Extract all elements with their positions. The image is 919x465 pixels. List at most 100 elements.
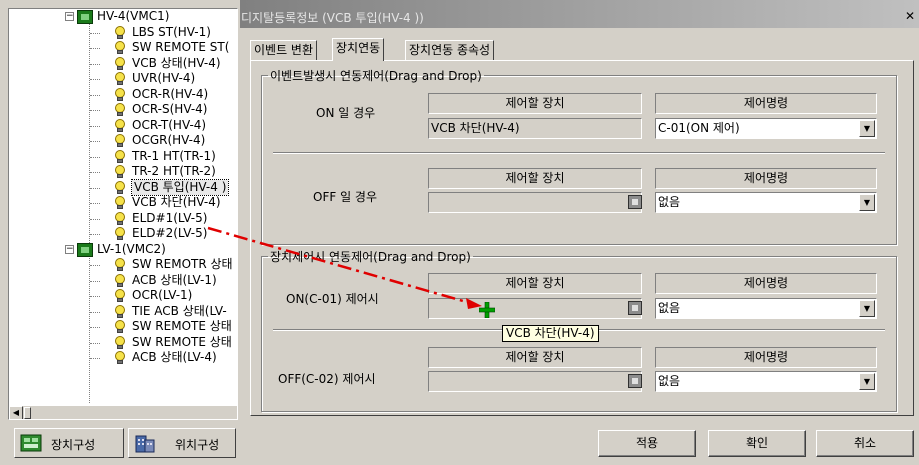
chevron-down-icon[interactable]: ▼ xyxy=(859,373,875,390)
tree-branch-line xyxy=(90,280,100,282)
event-on-device-header: 제어할 장치 xyxy=(428,93,642,114)
control-on-device-header: 제어할 장치 xyxy=(428,273,642,294)
tree-branch-line xyxy=(90,63,100,65)
control-on-device-field[interactable] xyxy=(428,298,642,319)
device-config-tab-button[interactable]: 장치구성 xyxy=(14,428,124,458)
tree-item-label: TR-2 HT(TR-2) xyxy=(132,164,216,178)
tree-item-label: ACB 상태(LV-4) xyxy=(132,350,217,364)
event-off-device-field[interactable] xyxy=(428,192,642,213)
device-tree-list: − HV-4(VMC1) LBS ST(HV-1) SW REMOTE ST(VCB … xyxy=(9,9,237,407)
tree-branch-line xyxy=(90,327,100,328)
tree-item-label: OCR-R(HV-4) xyxy=(132,86,209,101)
location-config-tab-button[interactable]: 위치구성 xyxy=(128,428,236,458)
control-off-command-value: 없음 xyxy=(658,374,681,388)
bulb-icon xyxy=(114,196,126,210)
chevron-down-icon[interactable]: ▼ xyxy=(859,300,875,317)
tree-item[interactable]: LBS ST(HV-1) xyxy=(9,25,237,40)
tree-horizontal-scrollbar[interactable]: ◀ xyxy=(9,405,237,419)
scroll-thumb[interactable] xyxy=(24,407,31,419)
tree-item[interactable]: ACB 상태(LV-1) xyxy=(9,273,237,288)
tree-item[interactable]: ELD#1(LV-5) xyxy=(9,211,237,226)
tree-item-label: ACB 상태(LV-1) xyxy=(132,272,217,287)
event-off-command-value: 없음 xyxy=(658,195,681,209)
chevron-down-icon[interactable]: ▼ xyxy=(859,120,875,137)
event-off-command-select[interactable]: 없음 ▼ xyxy=(655,192,877,213)
tree-branch-line xyxy=(90,296,100,297)
device-picker-icon[interactable] xyxy=(628,195,642,209)
tree-item[interactable]: VCB 차단(HV-4) xyxy=(9,195,237,210)
tree-item[interactable]: ACB 상태(LV-4) xyxy=(9,350,237,365)
tree-item-label: SW REMOTE 상태 xyxy=(132,334,232,349)
tree-group-node[interactable]: − HV-4(VMC1) xyxy=(9,9,237,24)
tree-item[interactable]: VCB 상태(HV-4) xyxy=(9,56,237,71)
collapse-icon[interactable]: − xyxy=(65,244,74,254)
event-link-group-legend: 이벤트발생시 연동제어(Drag and Drop) xyxy=(270,69,482,83)
tab-device-link[interactable]: 장치연동 xyxy=(332,38,385,61)
tree-item[interactable]: SW REMOTE ST( xyxy=(9,40,237,55)
tree-branch-line xyxy=(90,187,100,189)
tree-item[interactable]: TIE ACB 상태(LV- xyxy=(9,304,237,319)
tree-item[interactable]: TR-2 HT(TR-2) xyxy=(9,164,237,179)
device-picker-icon[interactable] xyxy=(628,301,642,315)
tree-item[interactable]: OCGR(HV-4) xyxy=(9,133,237,148)
bulb-icon xyxy=(114,134,126,148)
tree-item[interactable]: VCB 투입(HV-4 ) xyxy=(9,178,237,196)
tree-item-label: OCR-S(HV-4) xyxy=(132,102,208,116)
tree-branch-line xyxy=(90,203,100,204)
ok-button[interactable]: 확인 xyxy=(708,430,806,457)
off-control-label: OFF(C-02) 제어시 xyxy=(278,372,376,386)
device-config-icon xyxy=(20,433,42,453)
bulb-icon xyxy=(114,320,126,334)
close-icon[interactable]: ✕ xyxy=(903,10,917,24)
control-off-device-field[interactable] xyxy=(428,371,642,392)
tree-branch-line xyxy=(90,94,100,96)
control-link-group-legend: 장치제어시 연동제어(Drag and Drop) xyxy=(270,250,471,264)
event-on-device-field[interactable]: VCB 차단(HV-4) xyxy=(428,118,642,139)
tree-item-label: VCB 상태(HV-4) xyxy=(132,55,221,70)
control-off-command-select[interactable]: 없음 ▼ xyxy=(655,371,877,392)
tree-item[interactable]: OCR-R(HV-4) xyxy=(9,87,237,102)
apply-button[interactable]: 적용 xyxy=(598,430,696,457)
tree-item-label: ELD#1(LV-5) xyxy=(132,210,208,225)
tree-item[interactable]: SW REMOTR 상태 xyxy=(9,257,237,272)
tree-item[interactable]: OCR-S(HV-4) xyxy=(9,102,237,117)
panel-group-icon xyxy=(77,242,93,257)
off-case-label: OFF 일 경우 xyxy=(313,190,377,204)
event-on-command-value: C-01(ON 제어) xyxy=(658,121,740,135)
tree-branch-line xyxy=(90,110,100,111)
tree-item[interactable]: SW REMOTE 상태 xyxy=(9,335,237,350)
event-on-command-select[interactable]: C-01(ON 제어) ▼ xyxy=(655,118,877,139)
scroll-left-arrow[interactable]: ◀ xyxy=(9,406,23,419)
tree-item[interactable]: OCR(LV-1) xyxy=(9,288,237,303)
tree-branch-line xyxy=(90,358,100,359)
tree-item[interactable]: SW REMOTE 상태 xyxy=(9,319,237,334)
cancel-button[interactable]: 취소 xyxy=(816,430,914,457)
tree-item[interactable]: OCR-T(HV-4) xyxy=(9,118,237,133)
tree-item[interactable]: ELD#2(LV-5) xyxy=(9,226,237,241)
tree-item-label: SW REMOTR 상태 xyxy=(132,257,233,271)
control-on-command-select[interactable]: 없음 ▼ xyxy=(655,298,877,319)
bulb-icon xyxy=(114,87,126,102)
dialog-titlebar[interactable]: 디지탈등록정보 (VCB 투입(HV-4 )) ✕ xyxy=(240,0,919,28)
tree-item[interactable]: TR-1 HT(TR-1) xyxy=(9,149,237,164)
device-tree[interactable]: − HV-4(VMC1) LBS ST(HV-1) SW REMOTE ST(VCB … xyxy=(8,8,238,420)
tree-branch-line xyxy=(90,125,100,127)
tree-branch-line xyxy=(90,311,100,313)
device-picker-icon[interactable] xyxy=(628,374,642,388)
device-tree-panel: − HV-4(VMC1) LBS ST(HV-1) SW REMOTE ST(VCB … xyxy=(0,0,240,465)
tree-item-label: ELD#2(LV-5) xyxy=(132,226,208,240)
tree-item[interactable]: UVR(HV-4) xyxy=(9,71,237,86)
control-off-device-header: 제어할 장치 xyxy=(428,347,642,368)
tree-group-node[interactable]: − LV-1(VMC2) xyxy=(9,242,237,257)
tree-branch-line xyxy=(90,172,100,173)
control-on-command-header: 제어명령 xyxy=(655,273,877,294)
tree-node-label: LV-1(VMC2) xyxy=(97,241,166,256)
tab-device-link-dependency[interactable]: 장치연동 종속성 xyxy=(405,40,495,60)
collapse-icon[interactable]: − xyxy=(65,12,74,21)
tab-event-convert[interactable]: 이벤트 변환 xyxy=(250,40,318,60)
tree-branch-line xyxy=(90,218,100,220)
chevron-down-icon[interactable]: ▼ xyxy=(859,194,875,211)
bulb-icon xyxy=(114,258,126,272)
event-on-command-header: 제어명령 xyxy=(655,93,877,114)
tree-branch-line xyxy=(90,32,100,34)
